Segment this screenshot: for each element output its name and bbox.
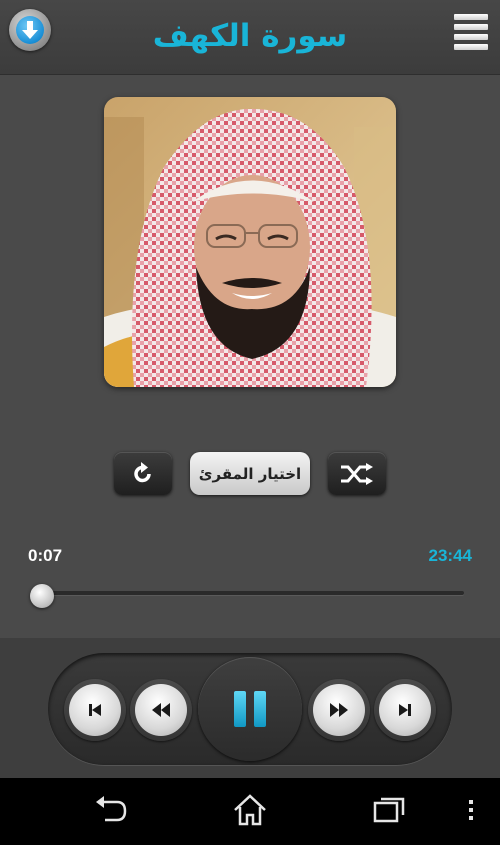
fast-forward-button[interactable] xyxy=(308,679,370,741)
seek-track[interactable] xyxy=(30,591,464,595)
reciter-photo xyxy=(104,97,396,387)
fast-forward-icon xyxy=(330,703,348,717)
total-time: 23:44 xyxy=(428,546,472,565)
pause-icon xyxy=(234,691,266,727)
skip-previous-icon xyxy=(89,704,101,716)
back-icon xyxy=(96,796,127,822)
choose-reciter-label: اختيار المقرئ xyxy=(198,464,302,483)
recent-apps-icon xyxy=(373,797,405,823)
repeat-button[interactable] xyxy=(114,452,172,495)
repeat-icon xyxy=(134,461,151,482)
menu-button[interactable] xyxy=(454,14,488,52)
recent-apps-button[interactable] xyxy=(371,793,407,831)
next-track-button[interactable] xyxy=(374,679,436,741)
choose-reciter-button[interactable]: اختيار المقرئ xyxy=(190,452,310,495)
rewind-icon xyxy=(152,703,170,717)
skip-next-icon xyxy=(399,704,411,716)
hamburger-menu-icon xyxy=(454,14,488,20)
overflow-menu-button[interactable] xyxy=(466,793,476,831)
seek-thumb[interactable] xyxy=(30,584,55,608)
pause-button[interactable] xyxy=(198,657,302,761)
system-navigation-bar xyxy=(0,778,500,845)
previous-track-button[interactable] xyxy=(64,679,126,741)
shuffle-button[interactable] xyxy=(328,452,386,495)
surah-title: سورة الكهف xyxy=(152,18,348,54)
home-button[interactable] xyxy=(232,793,268,831)
elapsed-time: 0:07 xyxy=(28,546,63,565)
shuffle-icon xyxy=(341,462,373,485)
app-header: سورة الكهف xyxy=(0,0,500,75)
rewind-button[interactable] xyxy=(130,679,192,741)
home-icon xyxy=(234,794,266,826)
overflow-menu-icon xyxy=(469,800,473,820)
back-button[interactable] xyxy=(93,793,129,831)
